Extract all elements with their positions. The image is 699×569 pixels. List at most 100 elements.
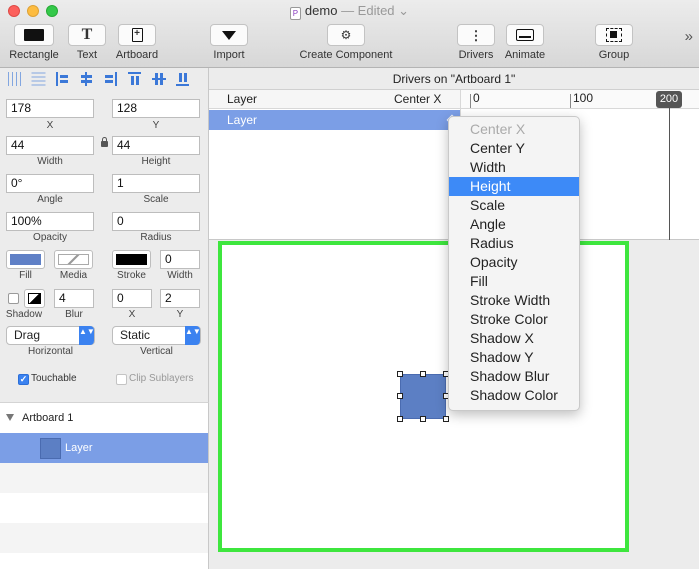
- menu-item-radius[interactable]: Radius: [449, 234, 579, 253]
- align-middle-vertical-icon[interactable]: [152, 72, 166, 86]
- align-top-icon[interactable]: [128, 72, 141, 86]
- resize-handle-bottom-right[interactable]: [443, 416, 449, 422]
- text-icon: T: [81, 26, 93, 43]
- import-tool[interactable]: Import: [209, 24, 249, 61]
- distribute-horizontal-icon[interactable]: [8, 72, 21, 86]
- height-field[interactable]: 44: [112, 136, 200, 155]
- stroke-width-field[interactable]: 0: [160, 250, 200, 269]
- selected-rectangle-layer[interactable]: [400, 374, 446, 419]
- empty-row: [0, 523, 208, 553]
- blur-field[interactable]: 4: [54, 289, 94, 308]
- resize-handle-bottom[interactable]: [420, 416, 426, 422]
- x-field[interactable]: 178: [6, 99, 94, 118]
- property-menu: Center X Center Y Width Height Scale Ang…: [448, 116, 580, 411]
- drivers-tool[interactable]: ⋮ Drivers: [456, 24, 496, 61]
- menu-item-shadow-x[interactable]: Shadow X: [449, 329, 579, 348]
- menu-item-height[interactable]: Height: [449, 177, 579, 196]
- angle-field[interactable]: 0°: [6, 174, 94, 193]
- menu-item-width[interactable]: Width: [449, 158, 579, 177]
- stroke-width-label: Width: [167, 270, 193, 281]
- animate-tool[interactable]: Animate: [503, 24, 547, 61]
- select-arrows-icon: ▲▼: [185, 326, 201, 345]
- menu-item-stroke-color[interactable]: Stroke Color: [449, 310, 579, 329]
- toolbar-overflow-icon[interactable]: »: [685, 28, 693, 45]
- touchable-label: Touchable: [31, 373, 77, 384]
- rectangle-icon: [24, 29, 44, 41]
- align-right-icon[interactable]: [104, 72, 117, 86]
- fill-label: Fill: [19, 270, 32, 281]
- rectangle-tool[interactable]: Rectangle: [8, 24, 60, 61]
- layer-thumbnail: [40, 438, 61, 459]
- height-label: Height: [141, 156, 171, 167]
- resize-handle-bottom-left[interactable]: [397, 416, 403, 422]
- shadow-y-label: Y: [176, 309, 184, 320]
- align-left-icon[interactable]: [56, 72, 69, 86]
- horizontal-select[interactable]: Drag ▲▼: [6, 326, 95, 345]
- driver-row-layer[interactable]: Layer: [209, 110, 460, 130]
- shadow-y-field[interactable]: 2: [160, 289, 200, 308]
- resize-handle-left[interactable]: [397, 393, 403, 399]
- group-tool[interactable]: Group: [594, 24, 634, 61]
- menu-item-shadow-color[interactable]: Shadow Color: [449, 386, 579, 405]
- create-component-tool[interactable]: ⚙ Create Component: [296, 24, 396, 61]
- menu-item-shadow-y[interactable]: Shadow Y: [449, 348, 579, 367]
- title-chevron-icon[interactable]: ⌄: [398, 3, 409, 18]
- driver-row-layer-name: Layer: [227, 113, 258, 127]
- scale-field[interactable]: 1: [112, 174, 200, 193]
- y-field[interactable]: 128: [112, 99, 200, 118]
- resize-handle-top-left[interactable]: [397, 371, 403, 377]
- align-bottom-icon[interactable]: [176, 72, 189, 86]
- window-title: Pdemo — Edited ⌄: [0, 3, 699, 20]
- playhead-value[interactable]: 200: [656, 91, 682, 108]
- touchable-checkbox[interactable]: ✓: [18, 374, 29, 385]
- animate-icon: [516, 29, 534, 41]
- lock-aspect-icon[interactable]: [101, 137, 108, 147]
- radius-label: Radius: [140, 232, 172, 243]
- drivers-tool-label: Drivers: [458, 49, 494, 61]
- align-center-horizontal-icon[interactable]: [80, 72, 93, 86]
- shadow-checkbox[interactable]: [8, 293, 19, 304]
- ruler-tick: [570, 94, 571, 108]
- text-tool[interactable]: T Text: [67, 24, 107, 61]
- clip-sublayers-checkbox[interactable]: [116, 374, 127, 385]
- shadow-label: Shadow: [5, 309, 43, 320]
- stroke-label: Stroke: [117, 270, 146, 281]
- layer-row-selected[interactable]: Layer: [0, 433, 208, 463]
- menu-item-angle[interactable]: Angle: [449, 215, 579, 234]
- ruler-tick: [470, 94, 471, 108]
- radius-field[interactable]: 0: [112, 212, 200, 231]
- shadow-x-field[interactable]: 0: [112, 289, 152, 308]
- document-icon: P: [289, 7, 301, 20]
- animate-tool-label: Animate: [504, 49, 546, 61]
- edited-status[interactable]: — Edited: [341, 3, 394, 18]
- ruler-label-0: 0: [473, 91, 480, 105]
- drivers-property-column-label[interactable]: Center X: [394, 90, 441, 109]
- menu-item-stroke-width[interactable]: Stroke Width: [449, 291, 579, 310]
- blur-label: Blur: [65, 309, 83, 320]
- rectangle-tool-label: Rectangle: [9, 49, 59, 61]
- media-label: Media: [59, 270, 88, 281]
- opacity-field[interactable]: 100%: [6, 212, 94, 231]
- width-field[interactable]: 44: [6, 136, 94, 155]
- shadow-color-swatch[interactable]: [24, 289, 45, 308]
- fill-swatch[interactable]: [6, 250, 45, 269]
- menu-item-fill[interactable]: Fill: [449, 272, 579, 291]
- artboard-tool[interactable]: + Artboard: [114, 24, 160, 61]
- vertical-select[interactable]: Static ▲▼: [112, 326, 201, 345]
- layer-row-artboard[interactable]: Artboard 1: [0, 403, 208, 433]
- menu-item-center-y[interactable]: Center Y: [449, 139, 579, 158]
- drivers-layer-column-header: Layer Center X: [209, 90, 460, 109]
- media-swatch[interactable]: [54, 250, 93, 269]
- resize-handle-top[interactable]: [420, 371, 426, 377]
- horizontal-label: Horizontal: [27, 346, 74, 357]
- angle-label: Angle: [37, 194, 63, 205]
- disclosure-triangle-icon[interactable]: [6, 414, 14, 421]
- import-icon: [222, 30, 236, 40]
- text-tool-label: Text: [76, 49, 98, 61]
- window-toolbar: Pdemo — Edited ⌄ Rectangle T Text + Artb…: [0, 0, 699, 68]
- distribute-vertical-icon[interactable]: [31, 72, 46, 86]
- menu-item-scale[interactable]: Scale: [449, 196, 579, 215]
- menu-item-shadow-blur[interactable]: Shadow Blur: [449, 367, 579, 386]
- menu-item-opacity[interactable]: Opacity: [449, 253, 579, 272]
- stroke-swatch[interactable]: [112, 250, 151, 269]
